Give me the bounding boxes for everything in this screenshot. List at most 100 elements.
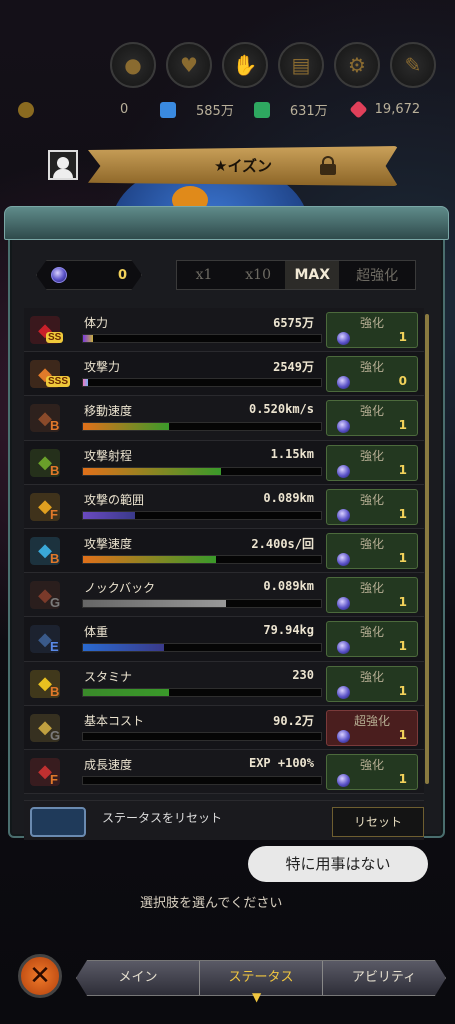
avatar[interactable] — [48, 150, 78, 180]
reset-row: ステータスをリセット リセット — [24, 800, 424, 840]
stat-progress-bar — [82, 775, 322, 785]
stat-rank: B — [50, 462, 60, 478]
enhance-orb-icon — [337, 729, 350, 743]
upgrade-label: 強化 — [359, 404, 384, 419]
stat-progress-bar — [82, 554, 322, 564]
reset-label: ステータスをリセット — [102, 811, 223, 825]
upgrade-cost: 1 — [398, 683, 407, 698]
stat-value: 230 — [292, 667, 314, 682]
reset-button[interactable]: リセット — [332, 807, 424, 837]
tab-status[interactable]: ステータス — [200, 961, 323, 995]
stat-progress-fill — [83, 379, 88, 387]
upgrade-button[interactable]: 強化 1 — [326, 488, 418, 525]
enhance-coin-value: 0 — [117, 267, 127, 283]
stat-value: 79.94kg — [263, 623, 314, 638]
upgrade-button[interactable]: 強化 1 — [326, 753, 418, 790]
red-gem-icon — [348, 100, 368, 119]
upgrade-cost: 1 — [398, 418, 407, 433]
upgrade-cost: 1 — [398, 330, 407, 344]
character-title: ★イズン — [214, 157, 272, 175]
enhance-orb-icon — [337, 685, 350, 699]
tab-super-enhance[interactable]: 超強化 — [339, 261, 415, 289]
stat-rank: B — [50, 418, 60, 434]
stat-progress-fill — [83, 688, 169, 696]
stat-value: 6575万 — [273, 316, 314, 330]
stat-rank: SSS — [46, 376, 71, 388]
stat-progress-bar — [82, 466, 322, 476]
stat-row: ◆ SSS 攻撃力 2549万 強化 0 — [24, 352, 424, 397]
stat-progress-bar — [82, 334, 322, 343]
stat-progress-fill — [83, 644, 164, 652]
green-gem-currency: 631万 — [253, 100, 328, 119]
trophy-icon[interactable]: ♥ — [166, 42, 212, 88]
stat-rank: E — [50, 639, 59, 655]
stat-row: ◆ E 体重 79.94kg 強化 1 — [24, 617, 424, 662]
coin-icon[interactable]: ● — [110, 42, 156, 88]
enhance-orb-icon — [337, 773, 350, 787]
upgrade-label: 強化 — [359, 625, 384, 640]
upgrade-button[interactable]: 強化 1 — [326, 400, 418, 437]
upgrade-button[interactable]: 強化 1 — [326, 665, 418, 702]
stat-value: 0.089km — [263, 579, 314, 594]
stat-name: ノックバック — [84, 581, 156, 596]
green-gem-icon — [253, 101, 270, 118]
stat-name: 攻撃力 — [84, 360, 121, 375]
reset-icon — [30, 807, 86, 837]
tab-ability[interactable]: アビリティ — [323, 961, 445, 995]
upgrade-label: 強化 — [359, 360, 384, 375]
gold-currency: 0 — [18, 101, 136, 118]
stat-name: 体力 — [84, 316, 109, 330]
upgrade-button[interactable]: 強化 1 — [326, 577, 418, 614]
stat-rank: B — [50, 683, 60, 699]
upgrade-label: 強化 — [359, 316, 384, 330]
book-icon[interactable]: ▤ — [278, 42, 324, 88]
upgrade-label: 強化 — [359, 581, 384, 596]
close-icon[interactable]: ✕ — [18, 954, 62, 998]
enhance-orb-icon — [337, 641, 350, 655]
choice-hint: 選択肢を選んでください — [140, 896, 283, 911]
gift-icon[interactable]: ✋ — [222, 42, 268, 88]
panel-frame-top — [4, 206, 449, 240]
active-tab-caret-icon: ▼ — [252, 990, 262, 1004]
stat-value: 2549万 — [273, 360, 314, 375]
gear-icon[interactable]: ⚙ — [334, 42, 380, 88]
upgrade-cost: 1 — [398, 550, 407, 565]
enhance-orb-icon — [337, 597, 350, 611]
upgrade-label: 強化 — [359, 448, 384, 463]
stat-progress-bar — [82, 422, 322, 432]
upgrade-button[interactable]: 強化 1 — [326, 532, 418, 569]
upgrade-label: 強化 — [359, 757, 384, 772]
stat-list: ◆ SS 体力 6575万 強化 1 ◆ SSS 攻撃力 2549万 強化 0 … — [24, 308, 424, 828]
stat-progress-fill — [83, 555, 217, 563]
upgrade-cost: 1 — [398, 771, 407, 786]
stat-rank: G — [50, 727, 61, 743]
wrench-icon[interactable]: ✎ — [390, 42, 436, 88]
stat-name: 体重 — [84, 625, 109, 640]
upgrade-cost: 1 — [398, 506, 407, 521]
upgrade-button[interactable]: 強化 1 — [326, 444, 418, 481]
stat-progress-bar — [82, 731, 322, 741]
status-panel: 0 x1 x10 MAX 超強化 ◆ SS 体力 6575万 強化 1 ◆ SS… — [4, 206, 449, 840]
enhance-orb-icon — [337, 332, 350, 345]
tab-main[interactable]: メイン — [77, 961, 200, 995]
upgrade-button[interactable]: 強化 1 — [326, 312, 418, 348]
banner-scroll: ★イズン — [88, 146, 398, 186]
upgrade-button[interactable]: 強化 0 — [326, 356, 418, 393]
tab-max[interactable]: MAX — [285, 261, 340, 289]
stat-progress-fill — [83, 511, 136, 519]
tab-x10[interactable]: x10 — [231, 261, 285, 289]
upgrade-button[interactable]: 強化 1 — [326, 621, 418, 658]
stat-value: 0.520km/s — [248, 402, 314, 417]
stat-progress-bar — [82, 643, 322, 653]
speech-bubble[interactable]: 特に用事はない — [248, 846, 428, 882]
stat-rank: B — [50, 550, 60, 566]
enhance-orb-icon — [337, 552, 350, 566]
currency-row: 0 585万 631万 19,672 — [18, 100, 443, 119]
lock-icon[interactable] — [320, 156, 336, 175]
stat-row: ◆ B 移動速度 0.520km/s 強化 1 — [24, 396, 424, 441]
upgrade-button[interactable]: 超強化 1 — [326, 709, 418, 746]
upgrade-cost: 0 — [398, 374, 407, 389]
scrollbar[interactable] — [425, 314, 429, 784]
stat-name: 攻撃射程 — [84, 448, 133, 463]
tab-x1[interactable]: x1 — [177, 261, 231, 289]
